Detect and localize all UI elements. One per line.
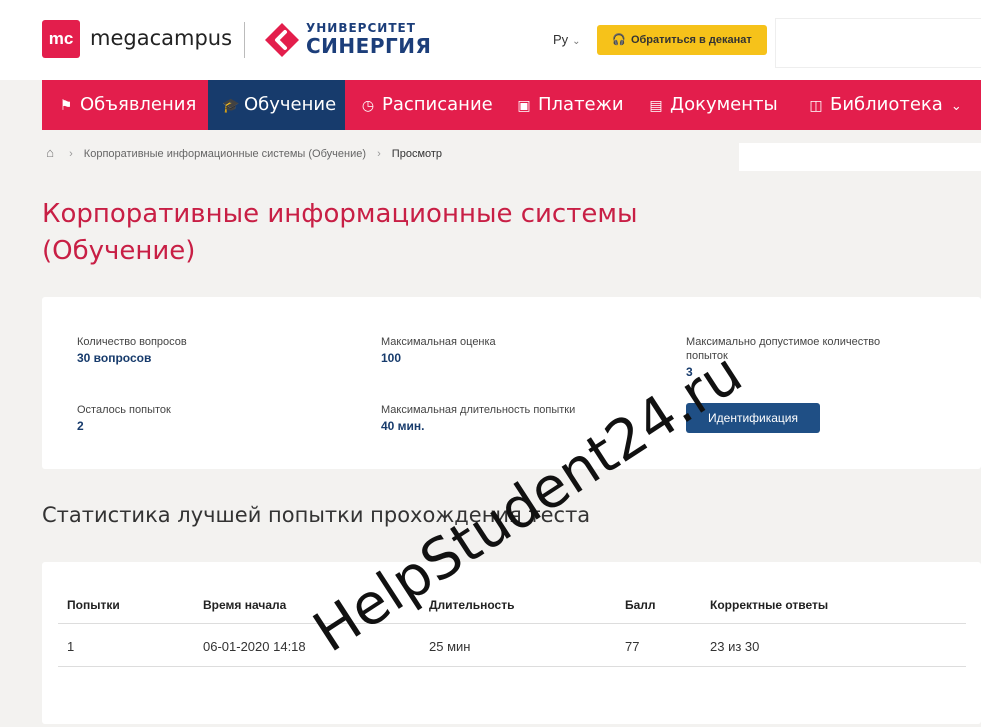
home-icon[interactable]: ⌂ (42, 143, 58, 163)
nav-item-label: Расписание (382, 94, 493, 115)
nav-item-documents[interactable]: ▤ Документы (648, 80, 778, 130)
contact-dean-label: Обратиться в деканат (630, 34, 752, 46)
nav-item-label: Документы (670, 94, 778, 115)
nav-item-label: Обучение (244, 94, 337, 115)
column-header-correct-answers: Корректные ответы (710, 598, 829, 612)
column-header-score: Балл (625, 598, 656, 612)
attempts-left-label: Осталось попыток (77, 404, 171, 416)
identification-button[interactable]: Идентификация (686, 403, 820, 433)
brand-name[interactable]: megacampus (90, 26, 232, 50)
max-duration-value: 40 мин. (381, 419, 425, 433)
university-name: УНИВЕРСИТЕТ СИНЕРГИЯ (306, 22, 432, 58)
nav-item-label: Библиотека (830, 94, 943, 115)
header-blank-area (775, 18, 981, 68)
synergy-logo-icon[interactable] (264, 22, 300, 58)
page-title: Корпоративные информационные системы (Об… (42, 199, 638, 266)
max-duration-label: Максимальная длительность попытки (381, 404, 576, 416)
stats-table: Попытки Время начала Длительность Балл К… (42, 562, 981, 724)
questions-count-value: 30 вопросов (77, 351, 152, 365)
chevron-down-icon: ⌄ (572, 36, 581, 47)
nav-item-announcements[interactable]: ⚑ Объявления (42, 80, 208, 130)
nav-item-label: Объявления (80, 94, 197, 115)
max-score-value: 100 (381, 351, 402, 365)
header: mc megacampus УНИВЕРСИТЕТ СИНЕРГИЯ Ру ⌄ 🎧… (0, 0, 981, 80)
stats-title: Статистика лучшей попытки прохождения те… (42, 503, 591, 527)
nav-item-label: Платежи (538, 94, 624, 115)
breadcrumb-course-link[interactable]: Корпоративные информационные системы (Об… (84, 148, 366, 160)
university-line2: СИНЕРГИЯ (306, 34, 432, 58)
nav-item-payments[interactable]: ▣ Платежи (516, 80, 624, 130)
book-icon: ◫ (809, 98, 823, 114)
table-cell-duration: 25 мин (429, 639, 471, 654)
table-cell-attempt: 1 (67, 639, 75, 654)
nav-item-learning[interactable]: 🎓 Обучение (208, 80, 345, 130)
nav-item-schedule[interactable]: ◷ Расписание (360, 80, 493, 130)
megaphone-icon: ⚑ (59, 98, 73, 114)
megacampus-logo-icon[interactable]: mc (42, 20, 80, 58)
language-selector[interactable]: Ру ⌄ (553, 32, 581, 47)
breadcrumb-blank-area (739, 143, 981, 171)
max-attempts-value: 3 (686, 365, 693, 379)
nav-item-library[interactable]: ◫ Библиотека ⌄ (808, 80, 962, 130)
chevron-right-icon: › (377, 148, 381, 160)
breadcrumb: ⌂ › Корпоративные информационные системы… (42, 143, 442, 163)
graduation-cap-icon: 🎓 (222, 98, 240, 114)
language-label: Ру (553, 32, 569, 47)
logo-divider (244, 22, 245, 58)
column-header-start-time: Время начала (203, 598, 287, 612)
chevron-right-icon: › (69, 148, 73, 160)
max-score-label: Максимальная оценка (381, 336, 496, 348)
column-header-attempts: Попытки (67, 598, 120, 612)
clock-icon: ◷ (361, 98, 375, 114)
table-cell-score: 77 (625, 639, 640, 654)
attempts-left-value: 2 (77, 419, 84, 433)
contact-dean-button[interactable]: 🎧 Обратиться в деканат (597, 25, 767, 55)
money-icon: ▣ (517, 98, 531, 114)
main-nav: ⚑ Объявления 🎓 Обучение ◷ Расписание ▣ Плате… (42, 80, 981, 130)
questions-count-label: Количество вопросов (77, 336, 187, 348)
table-row-divider (58, 666, 966, 667)
table-cell-correct-answers: 23 из 30 (710, 639, 760, 654)
document-icon: ▤ (649, 98, 663, 114)
max-attempts-label: Максимально допустимое количество попыто… (686, 336, 881, 362)
column-header-duration: Длительность (429, 598, 515, 612)
headset-icon: 🎧 (612, 34, 626, 46)
chevron-down-icon: ⌄ (950, 99, 962, 114)
breadcrumb-current: Просмотр (391, 148, 443, 160)
test-info-card: Количество вопросов 30 вопросов Максимал… (42, 297, 981, 469)
table-cell-start-time: 06-01-2020 14:18 (203, 639, 306, 654)
table-header-divider (58, 623, 966, 624)
